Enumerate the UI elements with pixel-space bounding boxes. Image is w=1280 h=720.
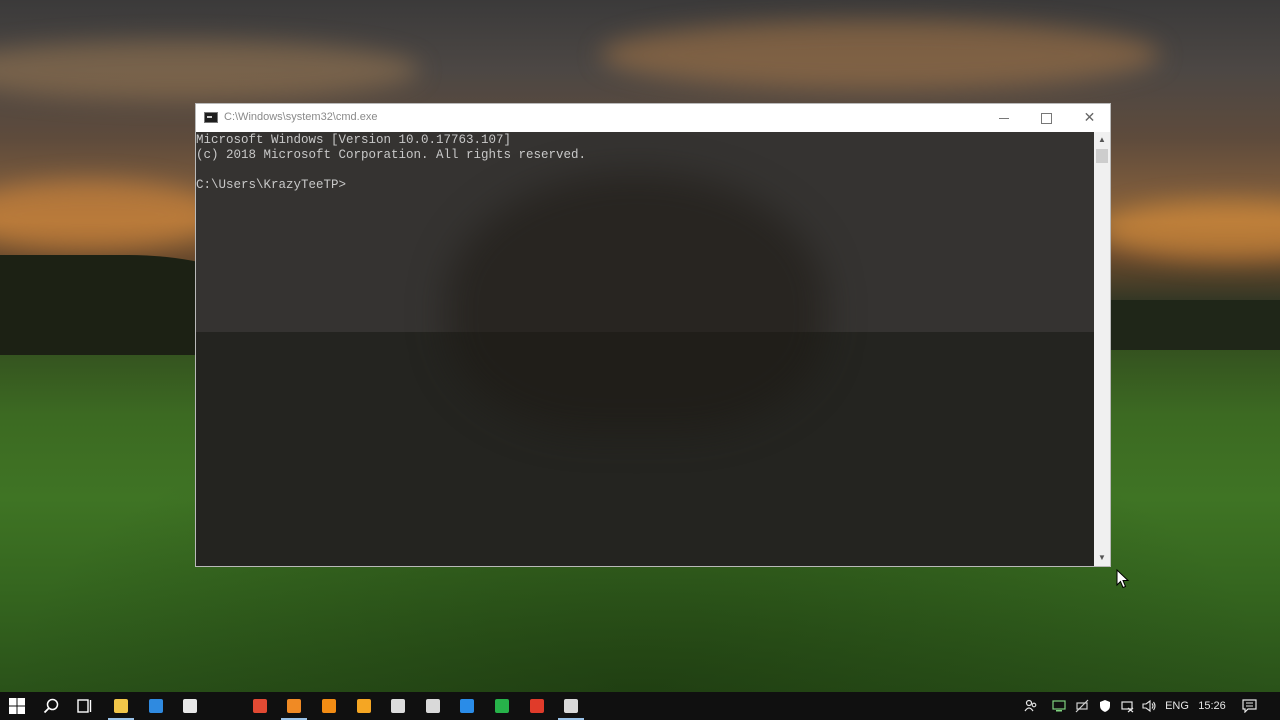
clock[interactable]: 15:26 [1196, 692, 1228, 720]
window-title: C:\Windows\system32\cmd.exe [224, 111, 378, 123]
taskbar: ENG 15:26 [0, 692, 1280, 720]
taskbar-app-file-explorer[interactable] [104, 692, 138, 720]
disconnected-device-icon [1075, 699, 1089, 713]
vlc-icon [322, 699, 336, 713]
wallpaper-hill [1100, 300, 1280, 350]
file-explorer-icon [114, 699, 128, 713]
close-button[interactable]: ✕ [1068, 104, 1111, 132]
taskbar-app-app-orange-triangle[interactable] [347, 692, 381, 720]
wallpaper-cloud [0, 40, 420, 100]
console-background-tree [446, 172, 826, 432]
monitor-icon [1052, 700, 1066, 712]
windows-app-icon [460, 699, 474, 713]
tray-defender-button[interactable] [1094, 692, 1116, 720]
wallpaper-cloud [1100, 200, 1280, 260]
task-view-icon [77, 699, 92, 713]
notepad-app-icon [391, 699, 405, 713]
minimize-button[interactable] [982, 104, 1025, 132]
vertical-scrollbar[interactable]: ▲ ▼ [1094, 132, 1110, 566]
speaker-icon [1141, 699, 1156, 713]
wallpaper-cloud [600, 20, 1160, 90]
chrome-icon [253, 699, 267, 713]
taskbar-app-edge[interactable] [139, 692, 173, 720]
close-icon: ✕ [1083, 109, 1096, 125]
taskbar-app-sublime-text[interactable] [277, 692, 311, 720]
maximize-icon [1041, 112, 1052, 124]
console-prompt[interactable]: C:\Users\KrazyTeeTP> [196, 178, 346, 193]
taskbar-app-chrome[interactable] [243, 692, 277, 720]
scroll-up-arrow-icon[interactable]: ▲ [1094, 132, 1110, 148]
mouse-cursor-icon [1116, 569, 1130, 589]
console-line: (c) 2018 Microsoft Corporation. All righ… [196, 148, 587, 162]
phone-app-icon [426, 699, 440, 713]
taskbar-app-camtasia-red[interactable] [520, 692, 554, 720]
console-area[interactable]: Microsoft Windows [Version 10.0.17763.10… [196, 132, 1094, 566]
cmd-window[interactable]: C:\Windows\system32\cmd.exe ✕ Microsoft … [195, 103, 1111, 567]
command-prompt-icon [564, 699, 578, 713]
window-titlebar[interactable]: C:\Windows\system32\cmd.exe ✕ [196, 104, 1110, 132]
language-indicator[interactable]: ENG [1163, 692, 1191, 720]
minimize-icon [998, 117, 1009, 119]
task-view-button[interactable] [68, 692, 102, 720]
taskbar-app-store[interactable] [173, 692, 207, 720]
cmd-icon[interactable] [204, 112, 218, 123]
scroll-down-arrow-icon[interactable]: ▼ [1094, 550, 1110, 566]
windows-logo-icon [9, 698, 25, 714]
network-icon [1121, 701, 1134, 713]
start-button[interactable] [0, 692, 34, 720]
sublime-text-icon [287, 699, 301, 713]
console-line: Microsoft Windows [Version 10.0.17763.10… [196, 133, 512, 147]
tray-network-button[interactable] [1048, 692, 1070, 720]
taskbar-app-camtasia-green[interactable] [485, 692, 519, 720]
scrollbar-thumb[interactable] [1096, 149, 1108, 163]
taskbar-app-notepad-app[interactable] [381, 692, 415, 720]
taskbar-app-phone-app[interactable] [416, 692, 450, 720]
wallpaper-cloud [0, 180, 220, 250]
taskbar-app-command-prompt[interactable] [554, 692, 588, 720]
taskbar-app-windows-app[interactable] [450, 692, 484, 720]
shield-icon [1100, 700, 1110, 712]
action-center-button[interactable] [1238, 692, 1260, 720]
edge-icon [149, 699, 163, 713]
tray-device-button[interactable] [1071, 692, 1093, 720]
tray-wifi-button[interactable] [1116, 692, 1138, 720]
people-icon [1024, 699, 1037, 712]
store-icon [183, 699, 197, 713]
camtasia-red-icon [530, 699, 544, 713]
notifications-icon [1241, 699, 1257, 713]
people-button[interactable] [1020, 692, 1042, 720]
taskbar-app-vlc[interactable] [312, 692, 346, 720]
camtasia-green-icon [495, 699, 509, 713]
search-button[interactable] [34, 692, 68, 720]
search-icon [43, 698, 59, 714]
tray-volume-button[interactable] [1138, 692, 1160, 720]
app-orange-triangle-icon [357, 699, 371, 713]
maximize-button[interactable] [1025, 104, 1068, 132]
